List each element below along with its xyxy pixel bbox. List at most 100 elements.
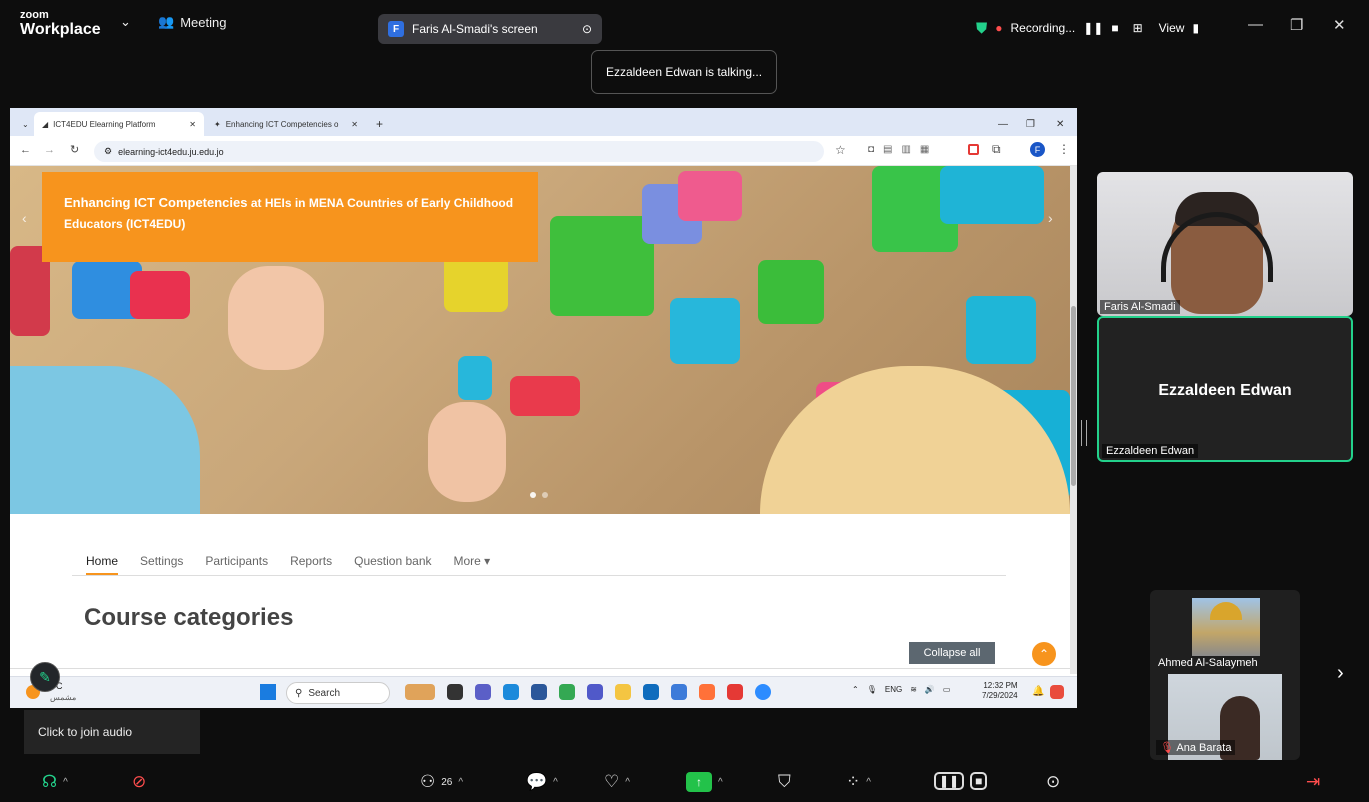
browser-restore-icon[interactable]: ❐ xyxy=(1018,112,1043,136)
taskbar-clock[interactable]: 12:32 PM 7/29/2024 xyxy=(982,681,1018,702)
firefox-icon[interactable] xyxy=(699,684,715,700)
chat-button[interactable]: 💬 ^ xyxy=(526,772,558,792)
chevron-up-icon[interactable]: ^ xyxy=(553,777,558,788)
start-video-button[interactable]: ⊘ xyxy=(132,772,146,792)
leave-button[interactable]: ⇥ xyxy=(1306,772,1320,792)
view-button[interactable]: View xyxy=(1159,21,1185,35)
carousel-next-icon[interactable]: › xyxy=(1048,210,1053,226)
chevron-up-icon[interactable]: ^ xyxy=(718,777,723,788)
search-label: Search xyxy=(308,687,341,699)
tab-close-icon[interactable]: ✕ xyxy=(189,120,196,129)
app-icon[interactable] xyxy=(405,684,435,700)
meeting-menu[interactable]: 👥 Meeting xyxy=(158,14,226,30)
panel-resize-handle[interactable] xyxy=(1081,420,1087,446)
nav-settings[interactable]: Settings xyxy=(140,546,183,575)
wifi-icon[interactable]: ≋ xyxy=(910,685,917,694)
more-button[interactable]: ⊙ xyxy=(1046,772,1060,792)
pause-recording-icon[interactable]: ❚❚ xyxy=(1083,21,1103,35)
tab-ict4edu[interactable]: ◢ ICT4EDU Elearning Platform ✕ xyxy=(34,112,204,136)
nav-question-bank[interactable]: Question bank xyxy=(354,546,431,575)
minimize-icon[interactable]: — xyxy=(1248,16,1263,33)
join-audio-tooltip[interactable]: Click to join audio xyxy=(24,710,200,754)
chevron-up-icon[interactable]: ^ xyxy=(63,777,68,788)
chevron-up-icon[interactable]: ^ xyxy=(866,777,871,788)
tray-expand-icon[interactable]: ⌃ xyxy=(852,685,859,694)
video-tile-ezzaldeen[interactable]: Ezzaldeen Edwan Ezzaldeen Edwan xyxy=(1097,316,1353,462)
mic-icon[interactable]: 🎙 xyxy=(867,685,877,694)
browser-menu-icon[interactable]: ⋮ xyxy=(1058,142,1070,156)
url-field[interactable]: ⚙ elearning-ict4edu.ju.edu.jo xyxy=(94,141,824,162)
recording-status[interactable]: ⛊ ● Recording... ❚❚ ■ ⊞ View ▮ xyxy=(976,14,1199,42)
volume-icon[interactable]: 🔊 xyxy=(925,685,935,694)
app-icon[interactable] xyxy=(671,684,687,700)
app-icon[interactable] xyxy=(531,684,547,700)
annotate-pen-icon[interactable]: ✎ xyxy=(30,662,60,692)
next-page-icon[interactable]: › xyxy=(1337,662,1344,685)
chevron-up-icon[interactable]: ^ xyxy=(458,777,463,788)
browser-minimize-icon[interactable]: — xyxy=(990,112,1016,136)
carousel-prev-icon[interactable]: ‹ xyxy=(22,210,27,226)
files-icon[interactable] xyxy=(615,684,631,700)
nav-more[interactable]: More ▾ xyxy=(454,546,491,575)
browser-close-icon[interactable]: ✕ xyxy=(1048,112,1072,136)
carousel-dot[interactable] xyxy=(542,492,548,498)
meeting-icon: 👥 xyxy=(158,14,175,29)
copilot-icon[interactable] xyxy=(1050,685,1064,699)
teams-icon[interactable] xyxy=(587,684,603,700)
nav-reports[interactable]: Reports xyxy=(290,546,332,575)
chrome-icon[interactable] xyxy=(559,684,575,700)
video-tile-faris[interactable]: Faris Al-Smadi xyxy=(1097,172,1353,316)
mail-icon[interactable] xyxy=(643,684,659,700)
battery-icon[interactable]: ▭ xyxy=(943,685,951,694)
video-tile-ahmed[interactable] xyxy=(1192,598,1260,656)
windows-start-icon[interactable] xyxy=(260,684,276,700)
app-icon[interactable] xyxy=(503,684,519,700)
share-button[interactable]: ↑ ^ xyxy=(686,772,723,792)
app-icon[interactable] xyxy=(447,684,463,700)
screen-share-pill[interactable]: F Faris Al-Smadi's screen ⊙ xyxy=(378,14,602,44)
back-icon[interactable]: ← xyxy=(20,144,31,156)
site-info-icon: ⚙ xyxy=(104,146,113,156)
tab-enhancing[interactable]: ✦ Enhancing ICT Competencies o ✕ xyxy=(206,112,366,136)
carousel-dot[interactable] xyxy=(530,492,536,498)
participants-button[interactable]: ⚇ 26 ^ xyxy=(420,772,463,792)
tab-close-icon[interactable]: ✕ xyxy=(351,120,358,129)
scrollbar-thumb[interactable] xyxy=(1071,306,1076,486)
extension-red-icon[interactable] xyxy=(968,144,979,155)
close-icon[interactable]: ✕ xyxy=(1333,16,1346,34)
gallery-view-icon[interactable]: ⊞ xyxy=(1133,21,1143,35)
taskbar-apps xyxy=(405,684,771,700)
language-indicator[interactable]: ENG xyxy=(885,685,902,694)
forward-icon[interactable]: → xyxy=(44,144,55,156)
chevron-down-icon[interactable]: ⌄ xyxy=(120,14,131,30)
extensions-puzzle-icon[interactable]: ⧉ xyxy=(992,142,1001,157)
nav-home[interactable]: Home xyxy=(86,546,119,575)
zoom-app-icon[interactable] xyxy=(755,684,771,700)
app-icon[interactable] xyxy=(727,684,743,700)
leave-icon: ⇥ xyxy=(1306,772,1321,791)
chevron-up-icon[interactable]: ^ xyxy=(625,777,630,788)
stop-recording-icon[interactable]: ■ xyxy=(1111,21,1118,35)
react-button[interactable]: ♡ ^ xyxy=(604,772,630,792)
recording-controls-button[interactable]: ❚❚ ■ xyxy=(934,772,988,790)
maximize-icon[interactable]: ❐ xyxy=(1290,16,1303,34)
participant-name: Ahmed Al-Salaymeh xyxy=(1158,657,1258,669)
carousel-indicators[interactable] xyxy=(530,492,548,498)
host-tools-button[interactable]: ⛉ xyxy=(778,772,791,792)
browser-tab-bar: ⌄ ◢ ICT4EDU Elearning Platform ✕ ✦ Enhan… xyxy=(10,108,1077,136)
scroll-top-button[interactable]: ⌃ xyxy=(1032,642,1056,666)
more-options-icon[interactable]: ⊙ xyxy=(582,22,592,36)
taskbar-search[interactable]: ⚲ Search xyxy=(286,682,390,704)
extensions-icons[interactable]: ◘▤▥▦ xyxy=(868,144,938,155)
apps-button[interactable]: ⁘ ^ xyxy=(846,772,871,792)
bookmark-icon[interactable]: ☆ xyxy=(835,143,846,157)
app-icon[interactable] xyxy=(475,684,491,700)
new-tab-icon[interactable]: + xyxy=(368,112,391,136)
nav-participants[interactable]: Participants xyxy=(205,546,268,575)
join-audio-button[interactable]: ☊ ^ xyxy=(42,772,68,792)
notification-bell-icon[interactable]: 🔔 xyxy=(1032,686,1044,697)
reload-icon[interactable]: ↻ xyxy=(70,143,79,156)
page-scrollbar[interactable] xyxy=(1070,166,1077,674)
collapse-all-button[interactable]: Collapse all xyxy=(909,642,995,664)
profile-avatar[interactable]: F xyxy=(1030,142,1045,157)
